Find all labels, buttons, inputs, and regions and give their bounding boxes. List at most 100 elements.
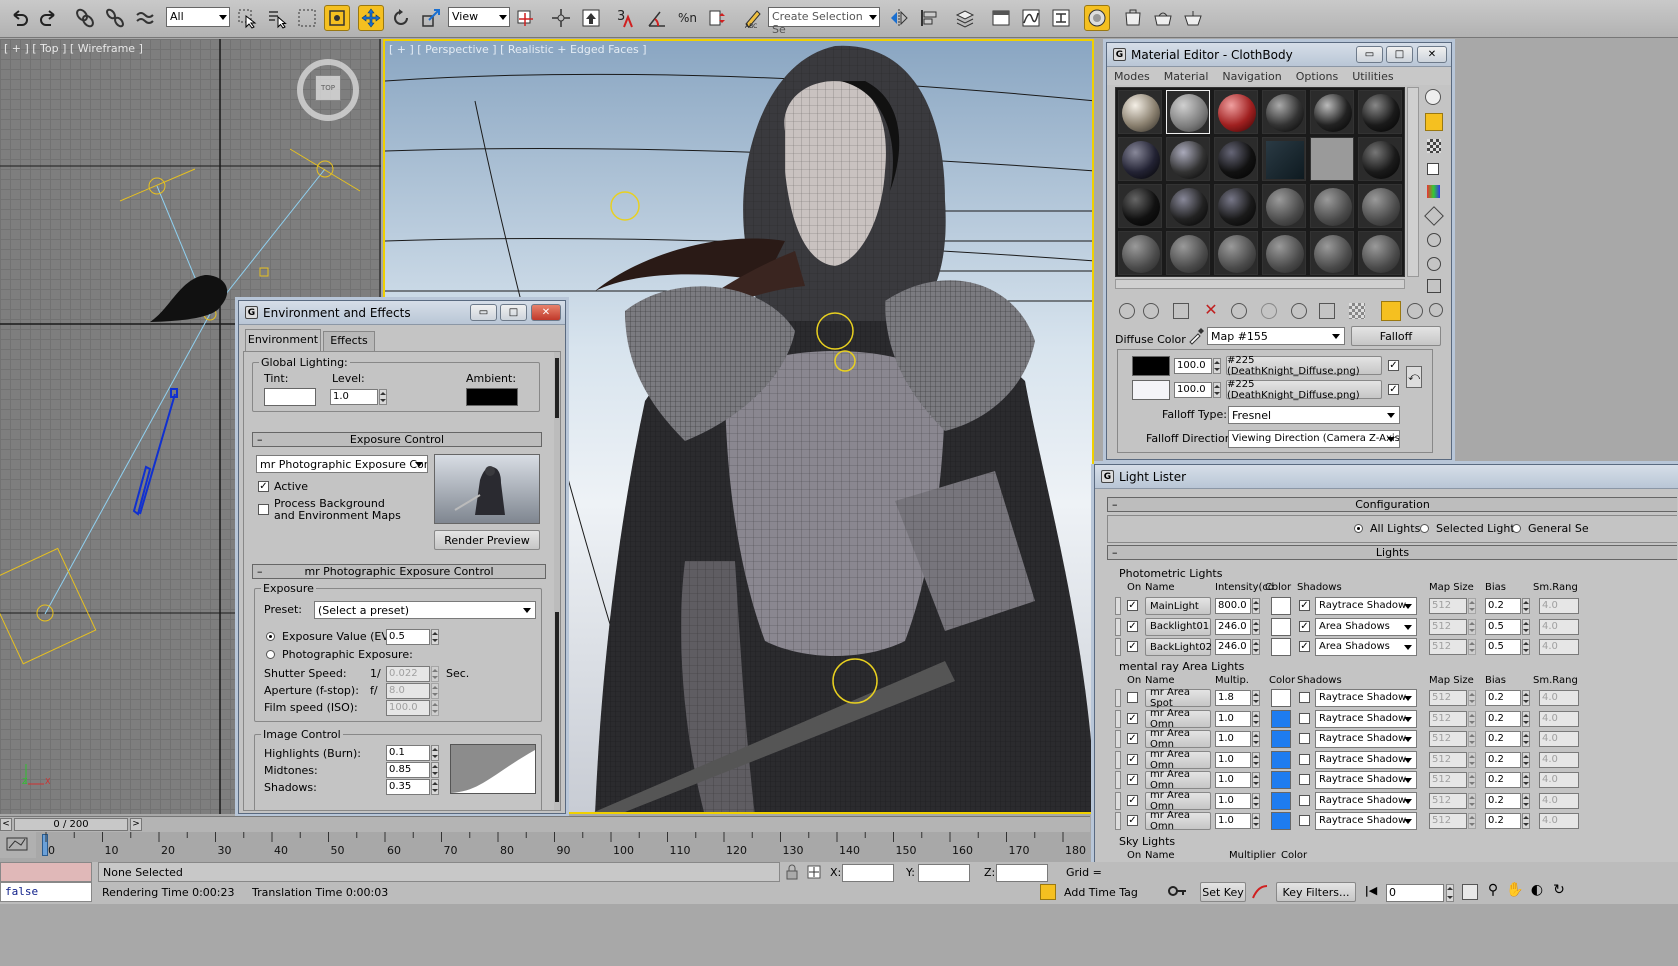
options-icon[interactable] bbox=[1427, 233, 1441, 247]
light-smrange-field[interactable]: 4.0 bbox=[1539, 710, 1579, 727]
curve-editor-icon[interactable] bbox=[1018, 5, 1044, 31]
light-shadow-type-dropdown[interactable]: Raytrace Shadow bbox=[1315, 771, 1417, 789]
light-intensity-field[interactable]: 246.0 bbox=[1215, 639, 1251, 655]
tab-effects[interactable]: Effects bbox=[323, 331, 375, 351]
light-mapsize-field[interactable]: 512 bbox=[1429, 792, 1467, 809]
light-bias-spinner[interactable] bbox=[1522, 710, 1530, 727]
window-crossing-icon[interactable] bbox=[324, 5, 350, 31]
env-minimize-button[interactable]: ▭ bbox=[470, 304, 497, 321]
ambient-swatch[interactable] bbox=[466, 388, 518, 406]
light-on-checkbox[interactable]: ✓ bbox=[1127, 774, 1138, 785]
ev-radio[interactable] bbox=[266, 632, 275, 641]
select-by-name-icon[interactable] bbox=[264, 5, 290, 31]
graphite-ribbon-icon[interactable] bbox=[988, 5, 1014, 31]
light-mapsize-spinner[interactable] bbox=[1468, 618, 1476, 635]
light-bias-field[interactable]: 0.2 bbox=[1485, 772, 1521, 788]
sample-slot[interactable] bbox=[1310, 137, 1354, 181]
light-intensity-field[interactable]: 246.0 bbox=[1215, 618, 1251, 635]
light-smrange-field[interactable]: 4.0 bbox=[1539, 813, 1579, 829]
sample-slot[interactable] bbox=[1214, 90, 1258, 134]
swap-colors-icon[interactable]: ⤺ bbox=[1406, 366, 1422, 388]
highlights-spinner[interactable] bbox=[431, 745, 439, 761]
light-mapsize-field[interactable]: 512 bbox=[1429, 772, 1467, 788]
get-material-icon[interactable] bbox=[1119, 303, 1135, 319]
rotate-icon[interactable] bbox=[388, 5, 414, 31]
light-shadow-type-dropdown[interactable]: Area Shadows bbox=[1315, 617, 1417, 636]
ref-coord-dropdown[interactable]: View bbox=[448, 7, 510, 27]
snaps-toggle-icon[interactable]: 3 bbox=[612, 5, 638, 31]
light-on-checkbox[interactable]: ✓ bbox=[1127, 733, 1138, 744]
light-name-button[interactable]: Backlight01 bbox=[1145, 617, 1211, 636]
sample-slot[interactable] bbox=[1214, 231, 1258, 275]
sample-slots-grid[interactable] bbox=[1115, 87, 1405, 277]
light-bias-spinner[interactable] bbox=[1522, 813, 1530, 829]
falloff-map-2-checkbox[interactable]: ✓ bbox=[1388, 384, 1399, 395]
falloff-amount-1[interactable]: 100.0 bbox=[1174, 358, 1212, 374]
ev-field[interactable]: 0.5 bbox=[386, 629, 430, 645]
go-forward-sibling-icon[interactable] bbox=[1407, 303, 1423, 319]
light-bias-field[interactable]: 0.5 bbox=[1485, 618, 1521, 635]
light-on-checkbox[interactable]: ✓ bbox=[1127, 620, 1138, 632]
env-scrollbar[interactable] bbox=[554, 352, 560, 810]
light-mapsize-spinner[interactable] bbox=[1468, 731, 1476, 747]
bind-spacewarp-icon[interactable] bbox=[132, 5, 158, 31]
mat-maximize-button[interactable]: □ bbox=[1386, 46, 1413, 63]
light-intensity-field[interactable]: 1.0 bbox=[1215, 710, 1251, 727]
y-coord-field[interactable] bbox=[918, 864, 970, 882]
key-filters-button[interactable]: Key Filters... bbox=[1276, 882, 1356, 902]
light-intensity-spinner[interactable] bbox=[1252, 731, 1260, 747]
light-mapsize-spinner[interactable] bbox=[1468, 813, 1476, 829]
light-name-button[interactable]: mr Area Omn bbox=[1145, 728, 1211, 750]
aperture-spinner[interactable] bbox=[431, 683, 439, 699]
add-time-tag[interactable]: Add Time Tag bbox=[1060, 884, 1154, 902]
light-smrange-field[interactable]: 4.0 bbox=[1539, 639, 1579, 655]
backlight-icon[interactable] bbox=[1425, 113, 1443, 131]
light-on-checkbox[interactable]: ✓ bbox=[1127, 753, 1138, 765]
put-to-library-icon[interactable] bbox=[1261, 303, 1277, 319]
level-field[interactable]: 1.0 bbox=[330, 389, 378, 405]
light-mapsize-spinner[interactable] bbox=[1468, 751, 1476, 768]
selection-lock-icon[interactable] bbox=[784, 864, 800, 880]
link-icon[interactable] bbox=[72, 5, 98, 31]
light-mapsize-spinner[interactable] bbox=[1468, 598, 1476, 614]
row-grip[interactable] bbox=[1115, 689, 1121, 707]
row-grip[interactable] bbox=[1115, 771, 1121, 789]
time-slider-track[interactable]: < 0 / 200 > bbox=[0, 816, 1090, 832]
light-intensity-field[interactable]: 1.0 bbox=[1215, 813, 1251, 829]
sample-slot[interactable] bbox=[1166, 184, 1210, 228]
time-config-icon[interactable] bbox=[1462, 884, 1478, 900]
light-cast-shadows-checkbox[interactable] bbox=[1299, 815, 1310, 826]
falloff-amount-2[interactable]: 100.0 bbox=[1174, 382, 1212, 398]
light-cast-shadows-checkbox[interactable]: ✓ bbox=[1299, 600, 1310, 611]
render-preview-button[interactable]: Render Preview bbox=[434, 530, 540, 550]
viewcube-top-face[interactable]: TOP bbox=[315, 75, 341, 101]
layer-manager-icon[interactable] bbox=[952, 5, 978, 31]
render-setup-icon[interactable] bbox=[1120, 5, 1146, 31]
light-bias-spinner[interactable] bbox=[1522, 618, 1530, 635]
light-intensity-spinner[interactable] bbox=[1252, 792, 1260, 809]
light-bias-spinner[interactable] bbox=[1522, 598, 1530, 614]
active-checkbox[interactable]: ✓ bbox=[258, 481, 269, 492]
go-to-start-icon[interactable]: |◀ bbox=[1362, 884, 1380, 900]
rendered-frame-icon[interactable] bbox=[1150, 5, 1176, 31]
light-cast-shadows-checkbox[interactable]: ✓ bbox=[1299, 641, 1310, 652]
tint-swatch[interactable] bbox=[264, 388, 316, 406]
light-mapsize-field[interactable]: 512 bbox=[1429, 639, 1467, 655]
light-cast-shadows-checkbox[interactable]: ✓ bbox=[1299, 620, 1310, 632]
light-mapsize-field[interactable]: 512 bbox=[1429, 731, 1467, 747]
menu-navigation[interactable]: Navigation bbox=[1222, 70, 1281, 83]
sample-slot[interactable] bbox=[1310, 231, 1354, 275]
shadows-spinner[interactable] bbox=[431, 779, 439, 795]
select-by-material-icon[interactable] bbox=[1427, 257, 1441, 271]
light-bias-spinner[interactable] bbox=[1522, 772, 1530, 788]
put-to-scene-icon[interactable] bbox=[1143, 303, 1159, 319]
light-name-button[interactable]: mr Area Omn bbox=[1145, 749, 1211, 771]
light-mapsize-spinner[interactable] bbox=[1468, 772, 1476, 788]
sample-slots-scrollbar[interactable] bbox=[1407, 87, 1419, 277]
percent-snap-icon[interactable]: %n bbox=[674, 5, 700, 31]
sample-slot[interactable] bbox=[1214, 184, 1258, 228]
sample-slot[interactable] bbox=[1118, 90, 1162, 134]
row-grip[interactable] bbox=[1115, 750, 1121, 769]
uv-tiling-icon[interactable] bbox=[1427, 163, 1439, 175]
sample-slot[interactable] bbox=[1118, 137, 1162, 181]
